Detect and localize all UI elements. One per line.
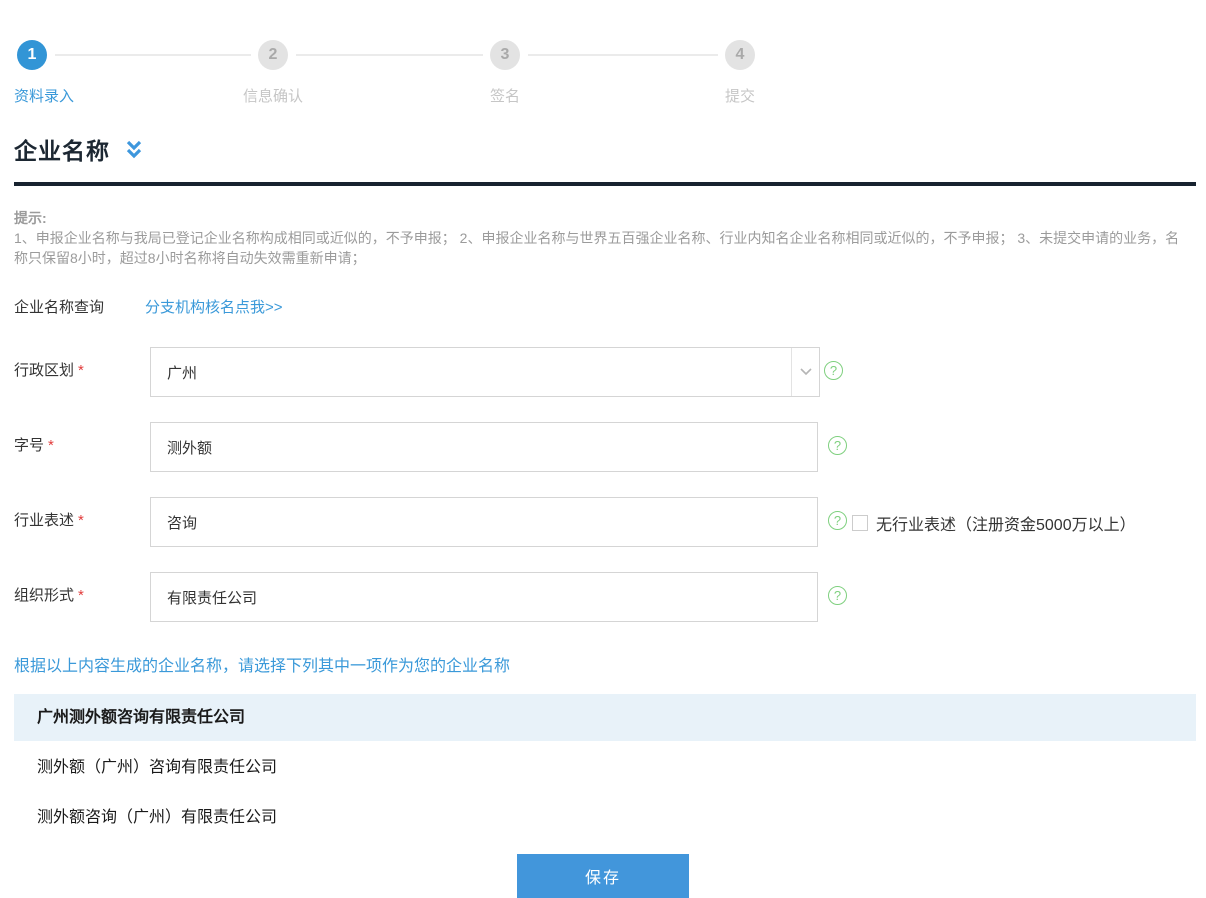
enterprise-name-registration-page: 1 2 3 4 资料录入 信息确认 签名 提交 企业名称 提示: 1、申报企业名… <box>0 0 1206 881</box>
trade-name-input[interactable] <box>150 422 818 472</box>
step-2-label: 信息确认 <box>243 85 303 106</box>
form-row-district: 行政区划* 广州 ? <box>0 347 1206 397</box>
form-row-trade-name: 字号* ? <box>0 422 1206 472</box>
trade-name-label: 字号* <box>14 434 54 455</box>
district-help-icon[interactable]: ? <box>824 361 843 380</box>
trade-name-help-icon[interactable]: ? <box>828 436 847 455</box>
district-select[interactable]: 广州 <box>150 347 820 397</box>
district-label: 行政区划* <box>14 359 84 380</box>
step-4-circle: 4 <box>725 40 755 70</box>
section-header: 企业名称 <box>0 104 1206 166</box>
step-connector <box>296 54 483 56</box>
step-1-circle: 1 <box>17 40 47 70</box>
hint-text: 1、申报企业名称与我局已登记企业名称构成相同或近似的，不予申报； 2、申报企业名… <box>14 228 1190 268</box>
step-connector <box>55 54 251 56</box>
name-query-row: 企业名称查询 分支机构核名点我>> <box>14 296 1192 317</box>
section-divider <box>14 182 1196 186</box>
org-form-label: 组织形式* <box>14 584 84 605</box>
chevron-down-icon[interactable] <box>791 348 819 396</box>
industry-help-icon[interactable]: ? <box>828 511 847 530</box>
org-form-help-icon[interactable]: ? <box>828 586 847 605</box>
required-asterisk: * <box>78 587 84 604</box>
branch-name-check-link[interactable]: 分支机构核名点我>> <box>145 296 283 317</box>
industry-input[interactable] <box>150 497 818 547</box>
save-button[interactable]: 保存 <box>517 854 689 898</box>
collapse-double-chevron-icon[interactable] <box>124 139 144 166</box>
step-4-label: 提交 <box>725 85 755 106</box>
name-option-2[interactable]: 测外额（广州）咨询有限责任公司 <box>14 744 1196 791</box>
hint-block: 提示: 1、申报企业名称与我局已登记企业名称构成相同或近似的，不予申报； 2、申… <box>14 208 1190 268</box>
page-title: 企业名称 <box>14 132 110 166</box>
required-asterisk: * <box>48 437 54 454</box>
name-query-label: 企业名称查询 <box>14 296 104 317</box>
name-option-1[interactable]: 广州测外额咨询有限责任公司 <box>14 694 1196 741</box>
district-select-value: 广州 <box>151 362 791 383</box>
required-asterisk: * <box>78 362 84 379</box>
no-industry-checkbox[interactable] <box>852 515 868 531</box>
form-row-industry: 行业表述* ? 无行业表述（注册资金5000万以上） <box>0 497 1206 547</box>
step-connector <box>528 54 718 56</box>
step-2-circle: 2 <box>258 40 288 70</box>
step-1-label: 资料录入 <box>14 85 74 106</box>
enterprise-name-form: 行政区划* 广州 ? 字号* ? 行业表述* ? <box>0 347 1206 622</box>
form-row-org-form: 组织形式* ? <box>0 572 1206 622</box>
no-industry-checkbox-group: 无行业表述（注册资金5000万以上） <box>852 511 1136 535</box>
no-industry-checkbox-label: 无行业表述（注册资金5000万以上） <box>876 511 1136 535</box>
industry-label: 行业表述* <box>14 509 84 530</box>
progress-stepper: 1 2 3 4 资料录入 信息确认 签名 提交 <box>0 0 1206 104</box>
step-3-label: 签名 <box>490 85 520 106</box>
hint-label: 提示: <box>14 208 1190 228</box>
name-option-3[interactable]: 测外额咨询（广州）有限责任公司 <box>14 794 1196 841</box>
generated-names-instruction: 根据以上内容生成的企业名称，请选择下列其中一项作为您的企业名称 <box>14 652 1192 676</box>
required-asterisk: * <box>78 512 84 529</box>
step-3-circle: 3 <box>490 40 520 70</box>
generated-name-options: 广州测外额咨询有限责任公司 测外额（广州）咨询有限责任公司 测外额咨询（广州）有… <box>0 694 1206 841</box>
org-form-input[interactable] <box>150 572 818 622</box>
